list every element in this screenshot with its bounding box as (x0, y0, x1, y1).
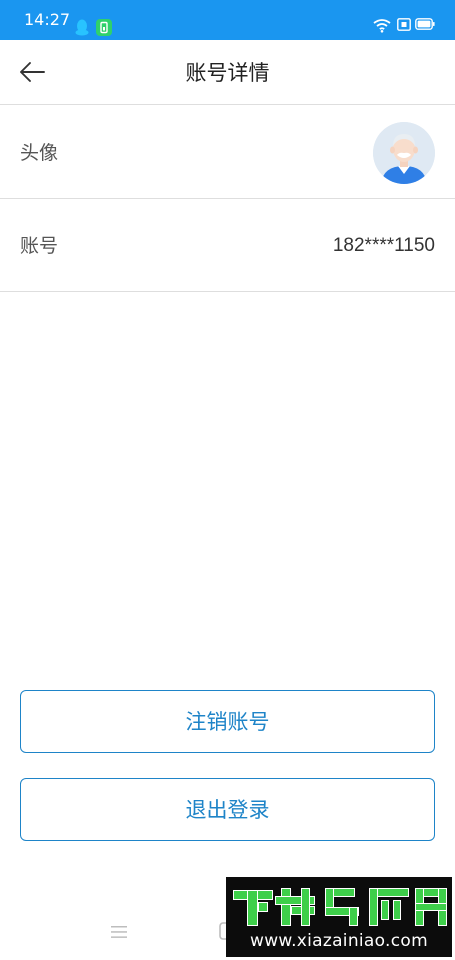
wifi-icon (373, 19, 391, 33)
avatar-row[interactable]: 头像 (0, 106, 455, 199)
menu-icon[interactable] (111, 924, 127, 943)
cancel-account-button[interactable]: 注销账号 (20, 690, 435, 753)
app-notification-icon (96, 19, 112, 40)
page-title: 账号详情 (185, 61, 270, 85)
qq-icon (75, 19, 89, 40)
account-label: 账号 (20, 235, 59, 257)
avatar-label: 头像 (20, 142, 59, 164)
battery-icon (415, 18, 435, 30)
sim-icon (397, 18, 411, 31)
app-header: 账号详情 (0, 40, 455, 105)
watermark-logo-icon (233, 888, 447, 926)
status-time: 14:27 (24, 10, 71, 29)
status-bar: 14:27 (0, 0, 455, 40)
account-value: 182****1150 (332, 235, 435, 256)
avatar[interactable] (373, 122, 435, 184)
watermark: www.xiazainiao.com (226, 877, 452, 957)
default-avatar-icon (373, 122, 435, 184)
account-row: 账号 182****1150 (0, 199, 455, 292)
watermark-url: www.xiazainiao.com (250, 931, 428, 951)
logout-button[interactable]: 退出登录 (20, 778, 435, 841)
